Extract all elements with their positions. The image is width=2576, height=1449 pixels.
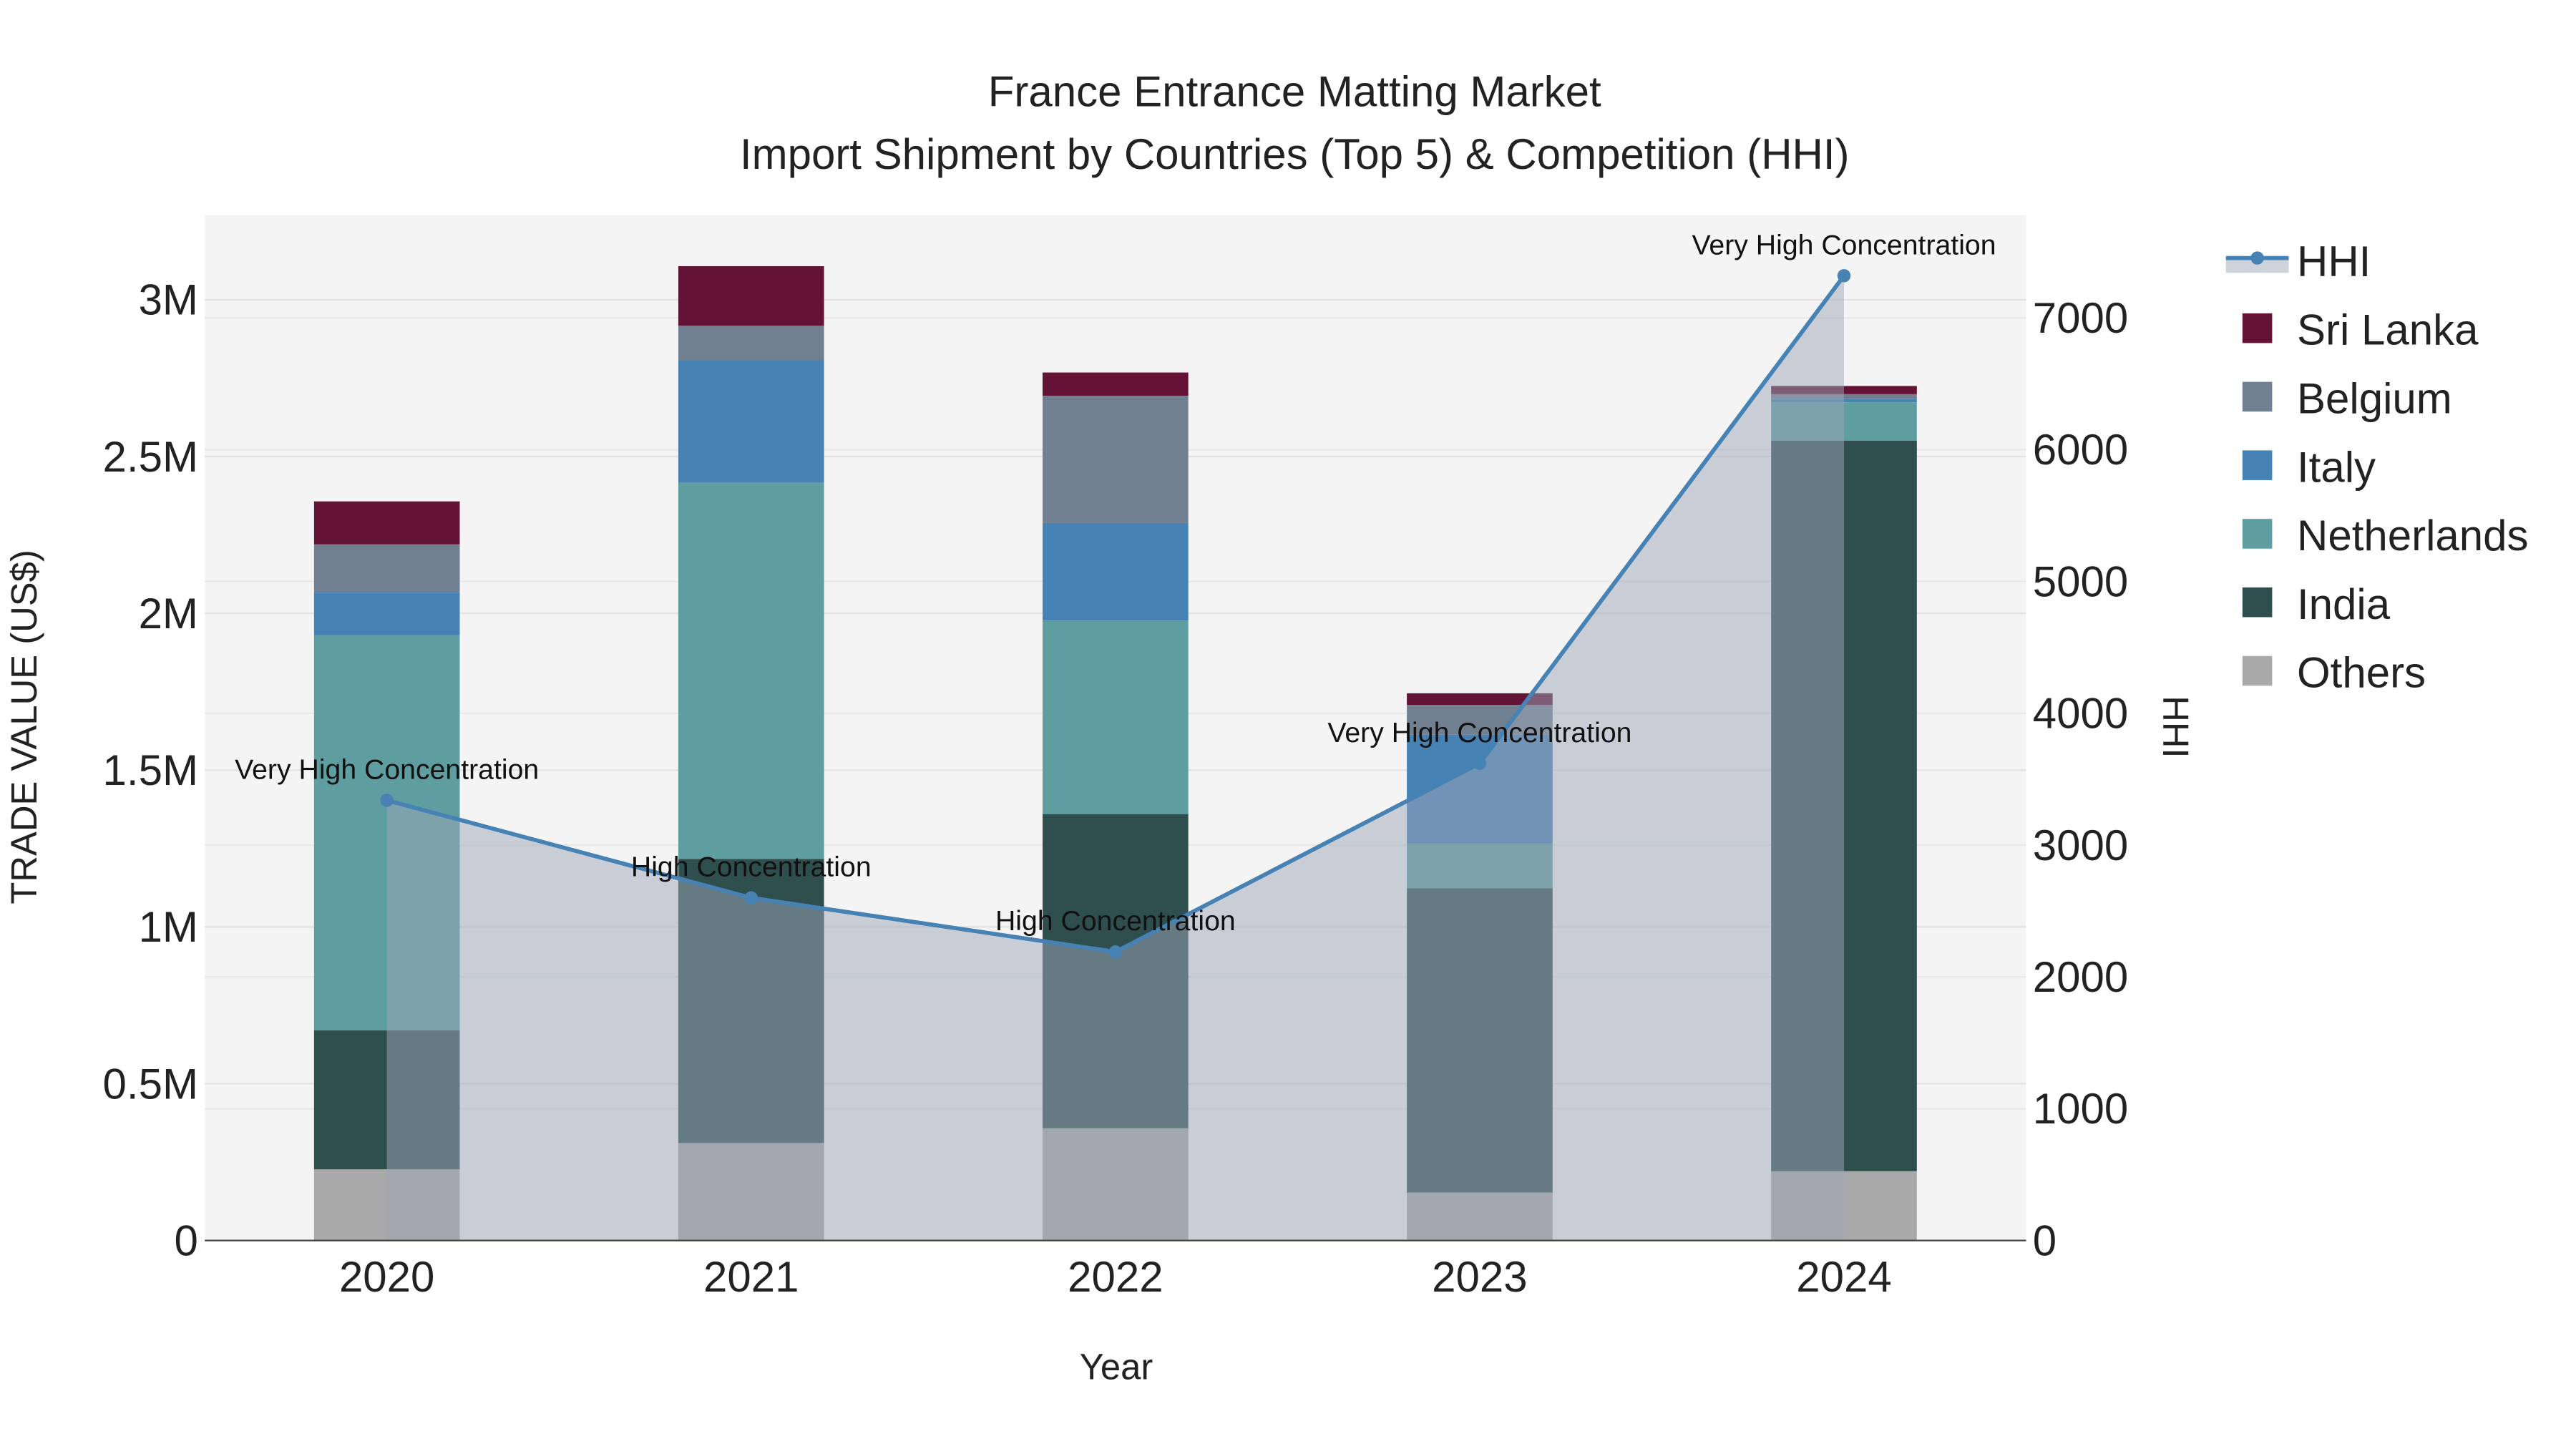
y-tick-label: 0.5M	[103, 1060, 198, 1108]
legend: HHI Sri Lanka Belgium Italy Netherlands India…	[2225, 238, 2529, 697]
bar-italy-2020	[313, 592, 460, 635]
y-tick-label: 1M	[139, 903, 198, 951]
legend-label-others: Others	[2297, 649, 2426, 697]
legend-swatch-netherlands	[2242, 519, 2273, 549]
y2-tick-label: 3000	[2033, 821, 2128, 869]
legend-label-india: India	[2297, 580, 2391, 628]
x-tick-label: 2023	[1432, 1253, 1527, 1301]
hhi-annotation: Very High Concentration	[1692, 229, 1996, 260]
hhi-point-2020	[380, 794, 394, 807]
y2-tick-label: 4000	[2033, 690, 2128, 738]
hhi-point-2023	[1473, 756, 1487, 771]
legend-label-italy: Italy	[2297, 443, 2376, 491]
legend-swatch-italy	[2242, 450, 2273, 480]
y-tick-label: 2M	[139, 590, 198, 638]
legend-swatch-india	[2242, 587, 2273, 618]
hhi-point-2021	[744, 891, 758, 904]
hhi-point-2024	[1837, 269, 1851, 283]
legend-label-sri-lanka: Sri Lanka	[2297, 306, 2479, 354]
chart-subtitle: Import Shipment by Countries (Top 5) & C…	[740, 130, 1850, 178]
x-tick-label: 2022	[1068, 1253, 1163, 1301]
bar-netherlands-2022	[1043, 620, 1189, 814]
x-axis-label: Year	[1080, 1347, 1153, 1387]
bar-belgium-2021	[678, 326, 824, 361]
y2-tick-label: 6000	[2033, 426, 2128, 474]
y2-tick-label: 0	[2033, 1216, 2057, 1264]
legend-label-netherlands: Netherlands	[2297, 512, 2529, 560]
y2-tick-label: 7000	[2033, 294, 2128, 342]
hhi-annotation: High Concentration	[995, 905, 1236, 937]
legend-label-hhi: HHI	[2297, 238, 2371, 286]
bar-sri-lanka-2022	[1043, 372, 1189, 396]
y-tick-label: 0	[175, 1216, 198, 1264]
hhi-annotation: Very High Concentration	[235, 753, 539, 785]
y2-tick-label: 1000	[2033, 1085, 2128, 1133]
y2-axis-label: HHI	[2155, 696, 2196, 758]
bar-sri-lanka-2020	[313, 501, 460, 545]
legend-swatch-others	[2242, 655, 2273, 686]
legend-swatch-belgium	[2242, 381, 2273, 412]
y2-tick-label: 2000	[2033, 953, 2128, 1001]
chart: Very High Concentration High Concentratio…	[4, 67, 2529, 1387]
hhi-annotation: Very High Concentration	[1327, 717, 1631, 748]
y-tick-label: 2.5M	[103, 433, 198, 481]
legend-hhi-marker	[2250, 251, 2264, 265]
bar-sri-lanka-2021	[678, 266, 824, 326]
legend-swatch-sri-lanka	[2242, 313, 2273, 343]
bar-belgium-2020	[313, 544, 460, 592]
bar-netherlands-2021	[678, 482, 824, 859]
y2-tick-label: 5000	[2033, 557, 2128, 605]
y-tick-label: 1.5M	[103, 746, 198, 794]
y-axis-label: TRADE VALUE (US$)	[4, 550, 44, 904]
y-tick-label: 3M	[139, 276, 198, 324]
bar-belgium-2022	[1043, 396, 1189, 523]
hhi-point-2022	[1108, 945, 1123, 959]
x-tick-label: 2024	[1796, 1253, 1891, 1301]
bar-italy-2021	[678, 360, 824, 483]
legend-label-belgium: Belgium	[2297, 375, 2452, 423]
x-tick-label: 2021	[703, 1253, 799, 1301]
bar-italy-2022	[1043, 522, 1189, 621]
chart-title: France Entrance Matting Market	[988, 67, 1601, 115]
hhi-annotation: High Concentration	[631, 852, 872, 883]
x-tick-label: 2020	[339, 1253, 434, 1301]
